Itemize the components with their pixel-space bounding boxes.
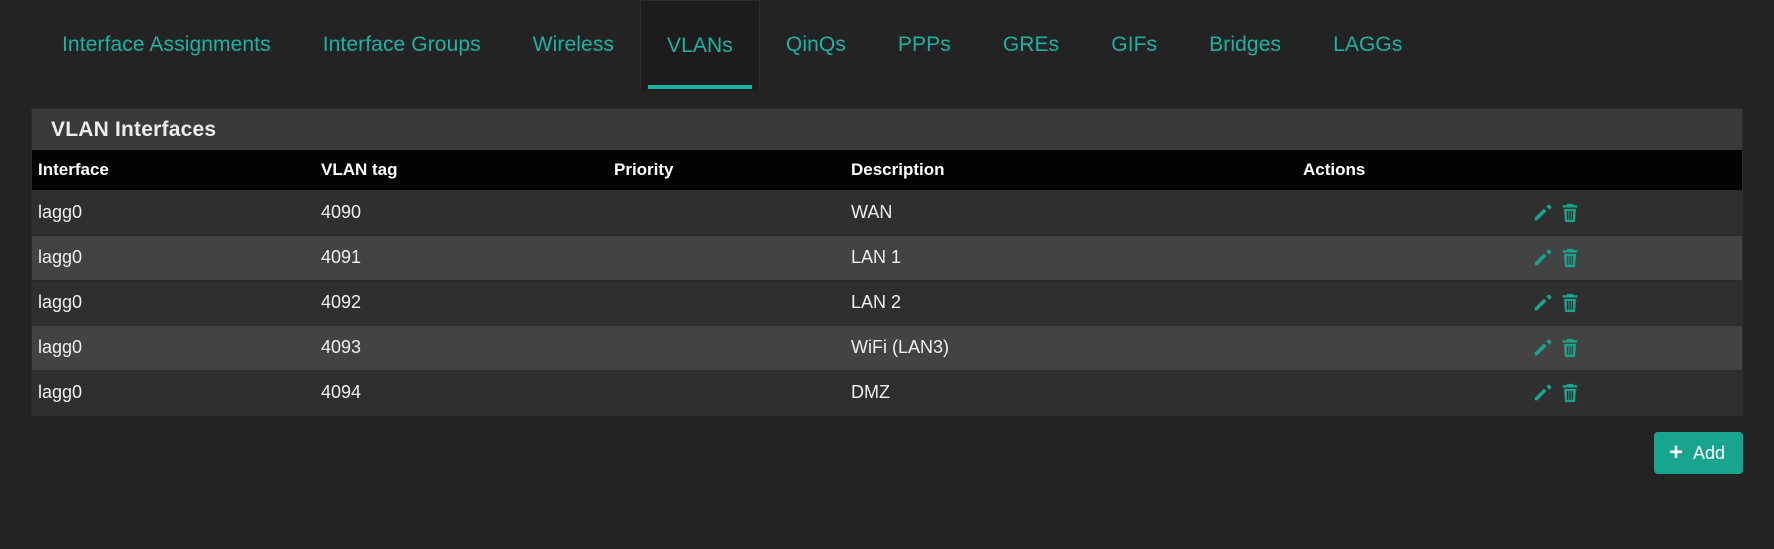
- cell-priority: [608, 279, 845, 325]
- cell-interface: lagg0: [32, 279, 315, 325]
- table-row[interactable]: lagg0 4093 WiFi (LAN3): [32, 324, 1742, 370]
- column-header-actions: Actions: [1297, 150, 1742, 190]
- tab-label: Bridges: [1209, 33, 1282, 56]
- table-header-row: Interface VLAN tag Priority Description …: [32, 150, 1742, 190]
- tab-label: QinQs: [785, 33, 846, 56]
- table-row[interactable]: lagg0 4094 DMZ: [32, 369, 1742, 415]
- table-header: Interface VLAN tag Priority Description …: [32, 150, 1742, 190]
- edit-icon[interactable]: [1532, 292, 1554, 314]
- delete-icon[interactable]: [1559, 382, 1581, 404]
- tab-label: PPPs: [897, 33, 951, 56]
- table-row[interactable]: lagg0 4092 LAN 2: [32, 279, 1742, 325]
- cell-description: WAN: [845, 189, 1297, 235]
- cell-vlan-tag: 4091: [315, 234, 608, 280]
- cell-description: WiFi (LAN3): [845, 324, 1297, 370]
- tab-bridges[interactable]: Bridges: [1183, 0, 1307, 90]
- panel-heading: VLAN Interfaces: [32, 109, 1742, 150]
- table-body: lagg0 4090 WAN lagg0 4091 LAN 1 lagg0 4092 LAN 2…: [32, 189, 1742, 415]
- tab-wireless[interactable]: Wireless: [507, 0, 640, 90]
- tab-vlans[interactable]: VLANs: [640, 0, 760, 90]
- cell-vlan-tag: 4090: [315, 189, 608, 235]
- tab-ppps[interactable]: PPPs: [872, 0, 977, 90]
- cell-vlan-tag: 4093: [315, 324, 608, 370]
- cell-priority: [608, 369, 845, 415]
- cell-interface: lagg0: [32, 324, 315, 370]
- column-header-description[interactable]: Description: [845, 150, 1297, 190]
- table-footer-bar: + Add: [0, 416, 1774, 474]
- cell-actions: [1297, 234, 1742, 280]
- cell-interface: lagg0: [32, 369, 315, 415]
- tab-gifs[interactable]: GIFs: [1085, 0, 1183, 90]
- tab-label: Interface Groups: [322, 33, 481, 56]
- tab-label: GREs: [1002, 33, 1060, 56]
- cell-actions: [1297, 369, 1742, 415]
- add-button-label: Add: [1692, 442, 1725, 463]
- cell-vlan-tag: 4092: [315, 279, 608, 325]
- tab-label: Wireless: [532, 33, 615, 56]
- column-header-priority[interactable]: Priority: [608, 150, 845, 190]
- table-row[interactable]: lagg0 4090 WAN: [32, 189, 1742, 235]
- delete-icon[interactable]: [1559, 292, 1581, 314]
- add-button[interactable]: + Add: [1653, 432, 1743, 474]
- tab-label: Interface Assignments: [62, 33, 271, 56]
- cell-vlan-tag: 4094: [315, 369, 608, 415]
- tab-interface-groups[interactable]: Interface Groups: [297, 0, 507, 90]
- delete-icon[interactable]: [1559, 247, 1581, 269]
- cell-actions: [1297, 324, 1742, 370]
- cell-actions: [1297, 279, 1742, 325]
- delete-icon[interactable]: [1559, 337, 1581, 359]
- tab-interface-assignments[interactable]: Interface Assignments: [36, 0, 297, 90]
- cell-description: DMZ: [845, 369, 1297, 415]
- edit-icon[interactable]: [1532, 382, 1554, 404]
- delete-icon[interactable]: [1559, 202, 1581, 224]
- cell-priority: [608, 189, 845, 235]
- tabbar-spacer: [1428, 0, 1774, 90]
- vlan-interfaces-panel: VLAN Interfaces Interface VLAN tag Prior…: [31, 108, 1743, 416]
- cell-actions: [1297, 189, 1742, 235]
- column-header-vlan-tag[interactable]: VLAN tag: [315, 150, 608, 190]
- tab-gres[interactable]: GREs: [977, 0, 1085, 90]
- interfaces-tabbar: Interface Assignments Interface Groups W…: [0, 0, 1774, 90]
- page-title: VLAN Interfaces: [51, 117, 217, 141]
- column-header-interface[interactable]: Interface: [32, 150, 315, 190]
- tab-laggs[interactable]: LAGGs: [1307, 0, 1428, 90]
- cell-priority: [608, 324, 845, 370]
- tab-label: GIFs: [1111, 33, 1158, 56]
- tab-label: VLANs: [667, 33, 733, 57]
- cell-description: LAN 2: [845, 279, 1297, 325]
- cell-priority: [608, 234, 845, 280]
- tab-qinqs[interactable]: QinQs: [760, 0, 872, 90]
- edit-icon[interactable]: [1532, 202, 1554, 224]
- vlan-interfaces-table: Interface VLAN tag Priority Description …: [32, 150, 1742, 415]
- cell-interface: lagg0: [32, 234, 315, 280]
- cell-interface: lagg0: [32, 189, 315, 235]
- edit-icon[interactable]: [1532, 247, 1554, 269]
- tab-label: LAGGs: [1333, 33, 1403, 56]
- plus-icon: +: [1668, 439, 1683, 466]
- table-row[interactable]: lagg0 4091 LAN 1: [32, 234, 1742, 280]
- cell-description: LAN 1: [845, 234, 1297, 280]
- edit-icon[interactable]: [1532, 337, 1554, 359]
